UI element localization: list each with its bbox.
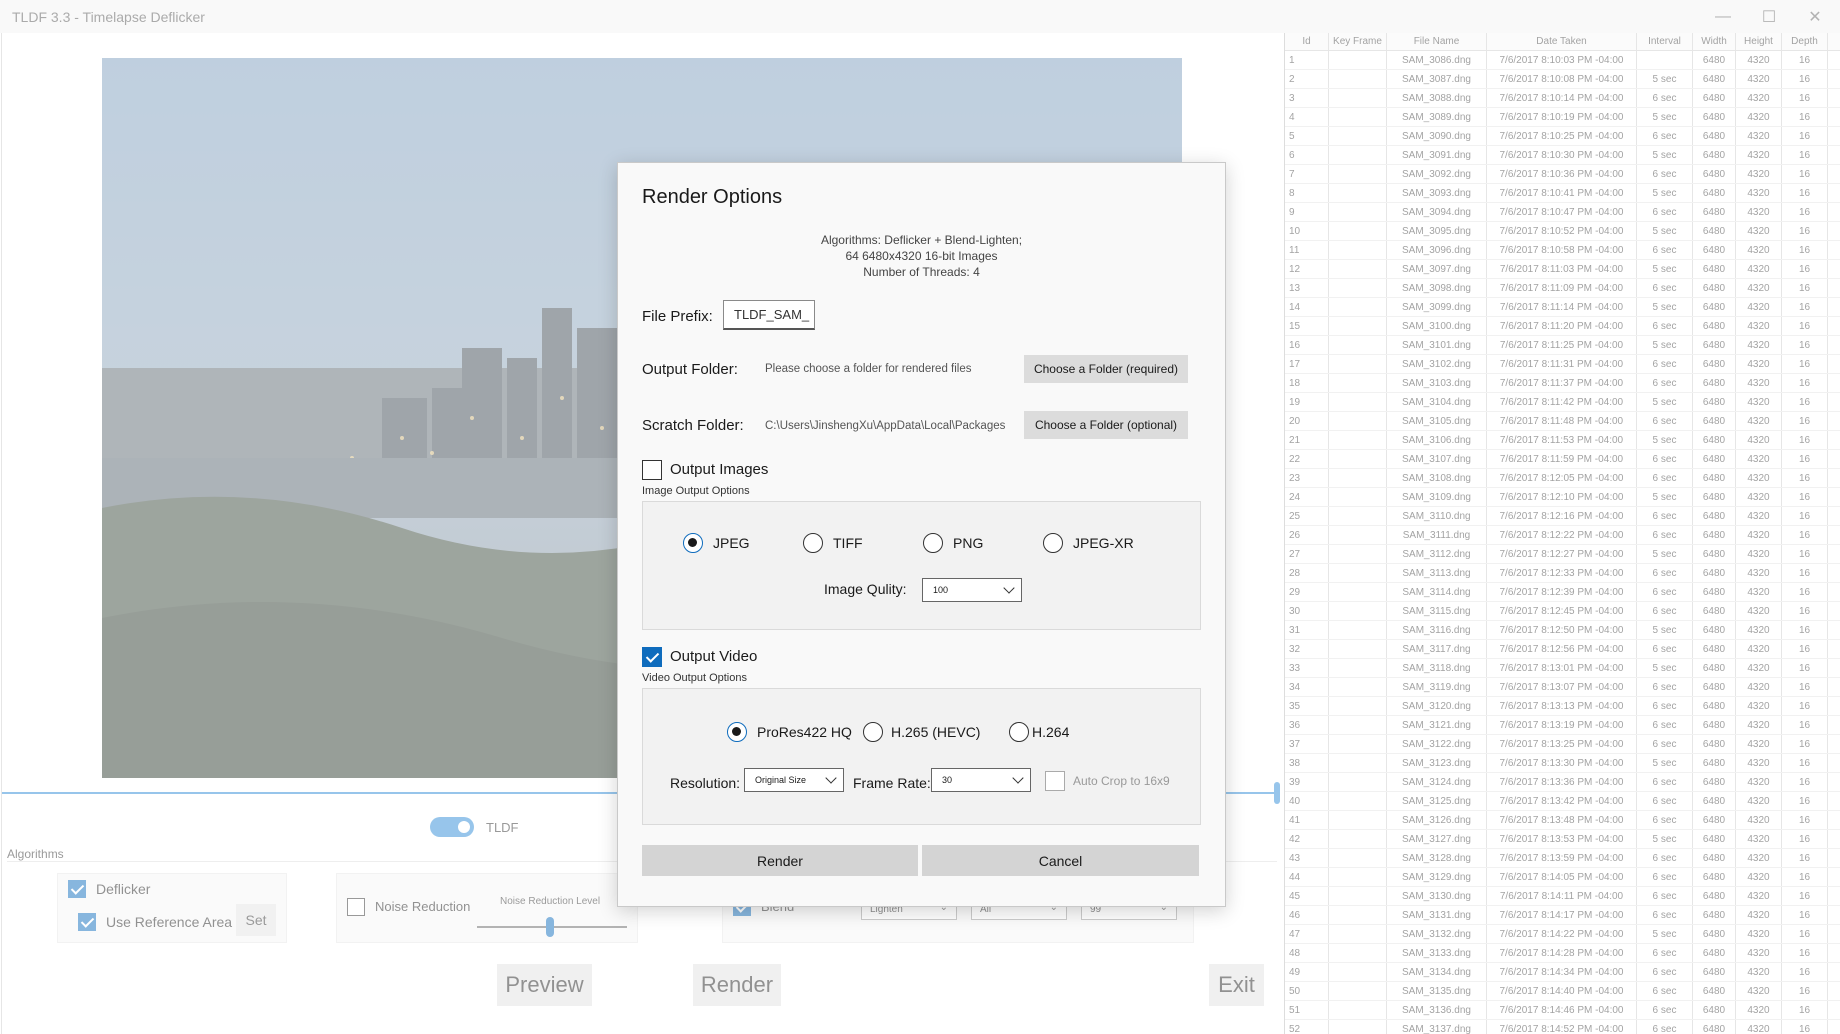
render-options-dialog: Render Options Algorithms: Deflicker + B… <box>617 162 1226 907</box>
dialog-title: Render Options <box>642 186 783 208</box>
output-folder-label: Output Folder: <box>642 361 738 378</box>
jpeg-xr-radio[interactable] <box>1043 533 1063 553</box>
image-quality-dropdown[interactable]: 100 <box>922 578 1022 602</box>
jpeg-xr-label: JPEG-XR <box>1073 535 1134 551</box>
auto-crop-label: Auto Crop to 16x9 <box>1073 774 1170 788</box>
png-radio[interactable] <box>923 533 943 553</box>
info-threads: Number of Threads: 4 <box>863 265 980 279</box>
image-quality-label: Image Qulity: <box>824 581 907 597</box>
h265-label: H.265 (HEVC) <box>891 724 981 740</box>
file-prefix-label: File Prefix: <box>642 308 713 325</box>
tiff-radio[interactable] <box>803 533 823 553</box>
resolution-dropdown[interactable]: Original Size <box>744 768 844 792</box>
output-images-checkbox[interactable] <box>642 460 662 480</box>
info-algorithms: Algorithms: Deflicker + Blend-Lighten; <box>820 233 1023 247</box>
h265-radio[interactable] <box>863 722 883 742</box>
h264-radio[interactable] <box>1009 722 1029 742</box>
cancel-button[interactable]: Cancel <box>922 845 1199 876</box>
video-options-group: ProRes422 HQ H.265 (HEVC) H.264 Resoluti… <box>642 688 1201 825</box>
image-options-caption: Image Output Options <box>642 485 750 497</box>
png-label: PNG <box>953 535 984 551</box>
output-folder-hint: Please choose a folder for rendered file… <box>765 363 972 375</box>
chevron-down-icon <box>825 772 837 784</box>
chevron-down-icon <box>1012 772 1024 784</box>
jpeg-label: JPEG <box>713 535 750 551</box>
tiff-label: TIFF <box>833 535 863 551</box>
jpeg-radio[interactable] <box>683 533 703 553</box>
output-video-checkbox[interactable] <box>642 647 662 667</box>
frame-rate-value: 30 <box>942 775 953 785</box>
resolution-value: Original Size <box>755 775 807 785</box>
resolution-label: Resolution: <box>670 775 741 791</box>
scratch-folder-label: Scratch Folder: <box>642 417 744 434</box>
choose-scratch-folder-button[interactable]: Choose a Folder (optional) <box>1024 411 1188 439</box>
image-quality-value: 100 <box>933 585 949 595</box>
output-video-label: Output Video <box>670 648 758 665</box>
choose-output-folder-button[interactable]: Choose a Folder (required) <box>1024 355 1188 383</box>
scratch-folder-path: C:\Users\JinshengXu\AppData\Local\Packag… <box>765 420 1005 432</box>
file-prefix-input[interactable]: TLDF_SAM_ <box>723 300 815 330</box>
chevron-down-icon <box>1003 582 1015 594</box>
frame-rate-dropdown[interactable]: 30 <box>931 768 1031 792</box>
frame-rate-label: Frame Rate: <box>853 775 931 791</box>
auto-crop-checkbox[interactable] <box>1045 771 1065 791</box>
prores-label: ProRes422 HQ <box>757 724 852 740</box>
image-options-group: JPEG TIFF PNG JPEG-XR Image Qulity: 100 <box>642 501 1201 630</box>
video-options-caption: Video Output Options <box>642 672 747 684</box>
info-images: 64 6480x4320 16-bit Images <box>845 249 998 263</box>
prores-radio[interactable] <box>727 722 747 742</box>
output-images-label: Output Images <box>670 461 769 478</box>
render-button[interactable]: Render <box>642 845 918 876</box>
h264-label: H.264 <box>1032 724 1070 740</box>
